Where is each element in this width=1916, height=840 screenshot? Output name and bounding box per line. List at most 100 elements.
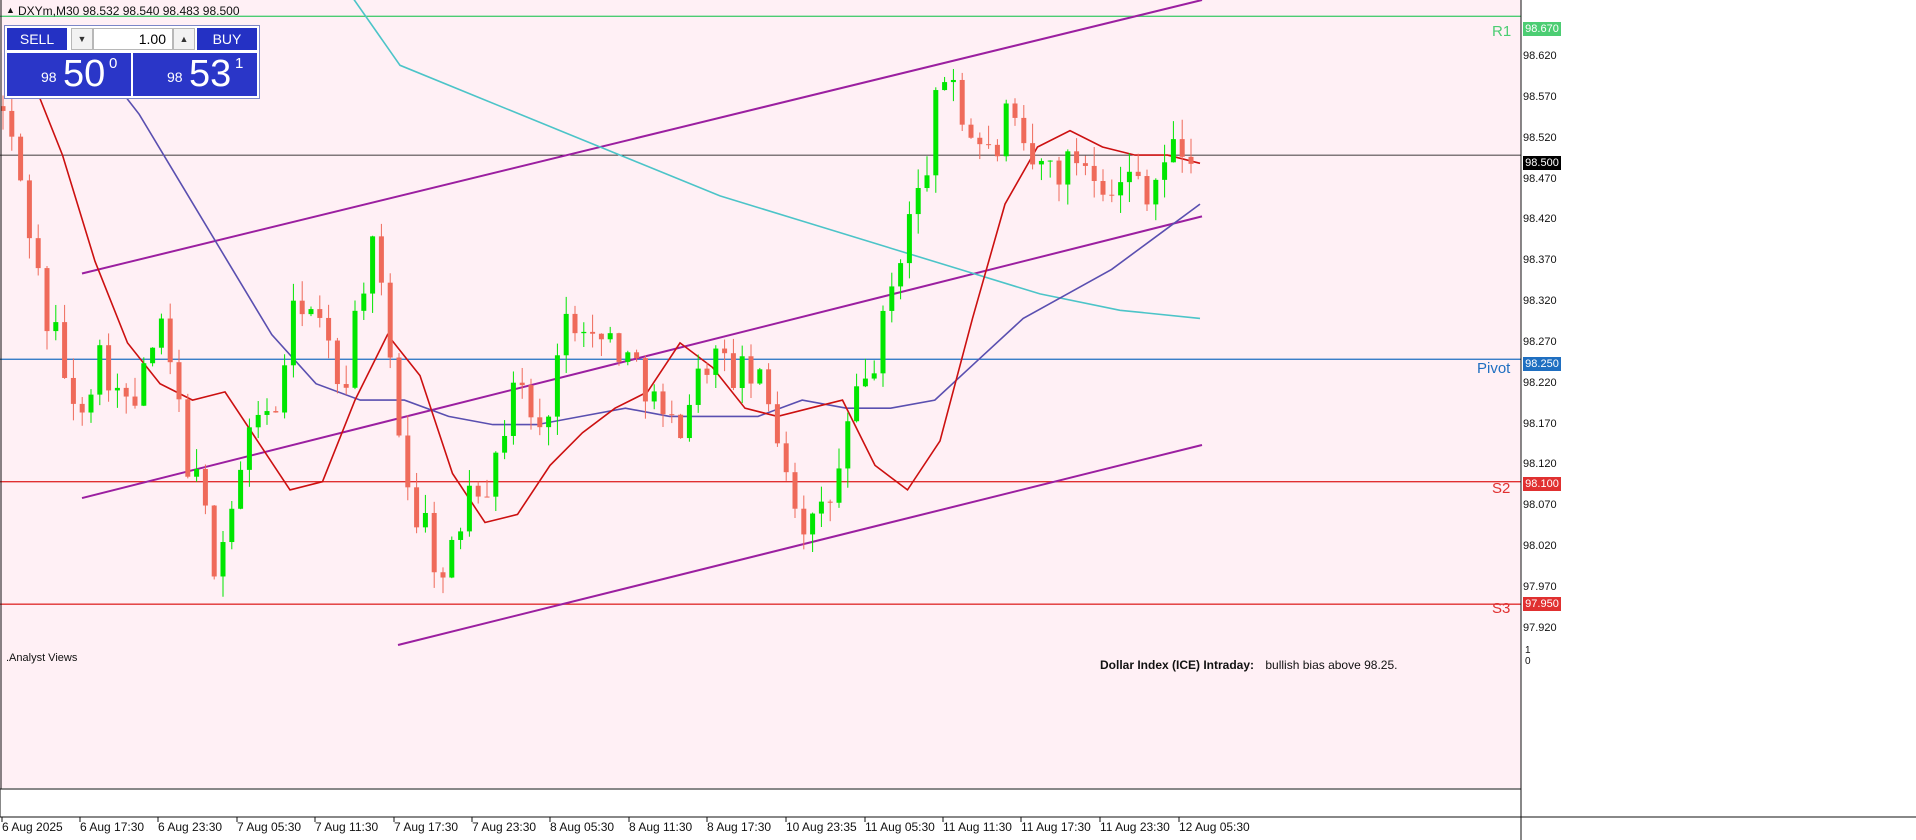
y-axis-tick-label: 98.570 <box>1523 90 1557 103</box>
candle-body <box>766 369 772 405</box>
candle-body <box>528 385 534 418</box>
candle-body <box>607 333 613 340</box>
candle-body <box>1091 165 1097 182</box>
x-axis-tick-label: 11 Aug 11:30 <box>943 820 1012 834</box>
candle-body <box>616 333 622 362</box>
candle-body <box>405 435 411 488</box>
x-axis-tick-label: 11 Aug 17:30 <box>1021 820 1091 834</box>
candle-body <box>1038 160 1044 165</box>
candle-body <box>950 79 956 83</box>
x-axis-tick-label: 8 Aug 17:30 <box>707 820 772 834</box>
candle-body <box>1012 103 1018 118</box>
candle-body <box>598 333 604 340</box>
x-axis-tick-label: 6 Aug 23:30 <box>158 820 223 834</box>
buy-price-button[interactable]: 98 53 1 <box>133 53 257 96</box>
sell-price-button[interactable]: 98 50 0 <box>7 53 131 96</box>
y-axis-tick-label: 98.320 <box>1523 295 1557 308</box>
candle-body <box>1030 143 1036 165</box>
x-axis-tick-label: 10 Aug 23:35 <box>786 820 857 834</box>
y-axis-tick-label: 98.620 <box>1523 50 1557 63</box>
y-axis-tick-label: 98.170 <box>1523 417 1557 430</box>
y-axis-tick-label: 97.920 <box>1523 621 1557 634</box>
candle-body <box>238 469 244 509</box>
candle-body <box>106 345 112 391</box>
y-axis-tick-label: 98.520 <box>1523 131 1557 144</box>
x-axis-tick-label: 7 Aug 05:30 <box>237 820 302 834</box>
candle-body <box>898 263 904 287</box>
x-axis-tick-label: 7 Aug 17:30 <box>394 820 459 834</box>
candle-body <box>933 90 939 176</box>
price-chart[interactable] <box>0 0 1916 840</box>
candle-body <box>150 347 156 364</box>
candle-body <box>246 427 252 470</box>
chart-corner-icon[interactable]: ▲ <box>6 5 15 15</box>
candle-body <box>449 539 455 578</box>
candle-body <box>959 79 965 125</box>
one-click-trading-panel[interactable]: SELL ▼ ▲ BUY 98 50 0 98 53 1 <box>4 25 260 99</box>
candle-body <box>273 411 279 413</box>
sell-price-prefix: 98 <box>41 69 57 85</box>
subwindow-scale-bottom: 0 <box>1525 656 1531 667</box>
symbol-info: DXYm,M30 98.532 98.540 98.483 98.500 <box>18 4 240 18</box>
candle-body <box>748 356 754 384</box>
s2-price-tag: 98.100 <box>1523 477 1561 491</box>
candle-body <box>396 357 402 436</box>
sell-price-sup: 0 <box>109 55 118 72</box>
candle-body <box>1021 117 1027 144</box>
candle-body <box>977 137 983 145</box>
s2-label: S2 <box>1492 480 1511 497</box>
candle-body <box>458 531 464 540</box>
candle-body <box>660 391 666 415</box>
candle-body <box>343 384 349 388</box>
candle-body <box>792 472 798 509</box>
buy-price-big: 53 <box>189 53 232 95</box>
s3-price-tag: 97.950 <box>1523 597 1561 611</box>
candle-body <box>1188 156 1194 164</box>
sell-button[interactable]: SELL <box>7 28 67 50</box>
candle-body <box>994 144 1000 157</box>
candle-body <box>942 82 948 91</box>
candle-body <box>915 188 921 215</box>
candle-body <box>757 369 763 384</box>
chevron-up-icon: ▲ <box>179 34 189 44</box>
candle-body <box>713 348 719 375</box>
candle-body <box>282 365 288 413</box>
candle-body <box>123 387 129 397</box>
candle-body <box>70 377 76 404</box>
candle-body <box>1135 171 1141 177</box>
candle-body <box>986 144 992 146</box>
volume-input[interactable] <box>93 28 173 50</box>
candle-body <box>317 309 323 318</box>
candle-body <box>414 487 420 528</box>
current-price-tag: 98.500 <box>1523 156 1561 170</box>
sell-price-big: 50 <box>63 53 106 95</box>
candle-body <box>546 416 552 428</box>
candle-body <box>132 396 138 406</box>
candle-body <box>686 404 692 439</box>
volume-decrease-button[interactable]: ▼ <box>71 28 93 50</box>
candle-body <box>202 469 208 506</box>
candle-body <box>880 310 886 374</box>
r1-label: R1 <box>1492 23 1512 40</box>
candle-body <box>924 175 930 189</box>
candle-body <box>801 508 807 535</box>
x-axis-tick-label: 12 Aug 05:30 <box>1179 820 1250 834</box>
buy-button[interactable]: BUY <box>197 28 257 50</box>
x-axis-tick-label: 8 Aug 05:30 <box>550 820 615 834</box>
y-axis-tick-label: 98.120 <box>1523 458 1557 471</box>
y-axis-tick-label: 98.220 <box>1523 376 1557 389</box>
candle-body <box>810 513 816 535</box>
caption-text: bullish bias above 98.25. <box>1265 658 1398 672</box>
candle-body <box>572 313 578 334</box>
candle-body <box>827 501 833 503</box>
candle-body <box>484 496 490 498</box>
candle-body <box>1170 139 1176 163</box>
candle-body <box>1056 160 1062 185</box>
volume-increase-button[interactable]: ▲ <box>173 28 195 50</box>
candle-body <box>590 331 596 334</box>
pivot-price-tag: 98.250 <box>1523 357 1561 371</box>
candle-body <box>158 318 164 348</box>
candle-body <box>862 378 868 387</box>
candle-body <box>290 300 296 366</box>
candle-body <box>1179 139 1185 157</box>
